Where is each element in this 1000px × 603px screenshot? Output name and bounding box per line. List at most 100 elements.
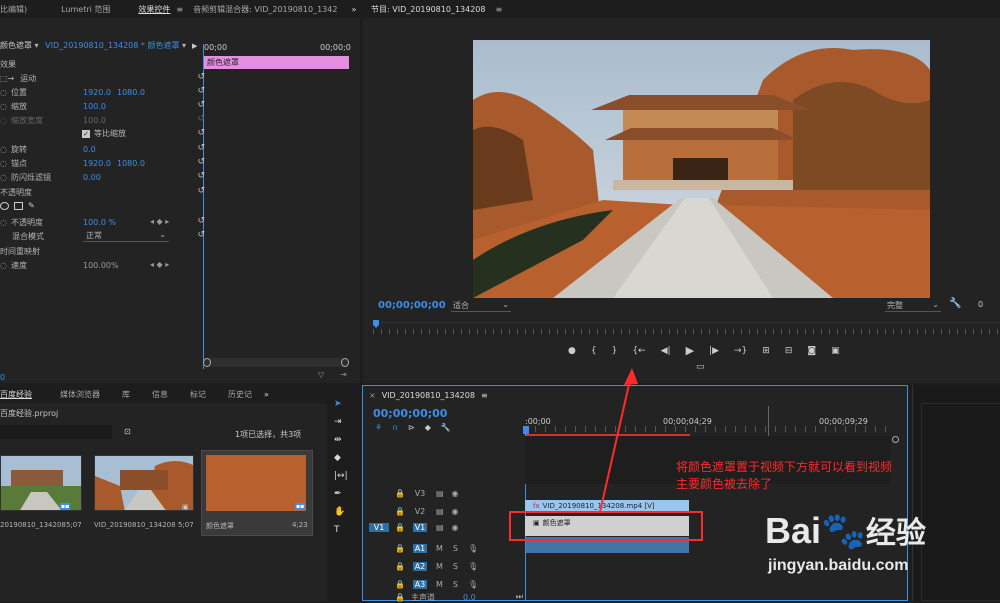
motion-row[interactable]: ⬚→ 运动 [0,71,36,85]
tab-libraries[interactable]: 库 [110,389,140,400]
reset-icon[interactable]: ↺ [197,171,205,181]
checkbox-checked-icon[interactable]: ✓ [82,129,90,138]
lock-icon[interactable]: 🔒 [395,580,405,589]
play-triangle-icon[interactable]: ▶ [192,42,197,50]
more-panels-icon[interactable]: » [262,390,279,399]
clip-label[interactable]: VID_20190810_134208 * 颜色遮罩 [45,41,179,50]
opacity-section-row[interactable]: 不透明度 [0,185,32,199]
sync-lock-icon[interactable]: ▤ [436,523,444,532]
mute-button[interactable]: M [436,562,443,571]
track-select-tool-icon[interactable]: ⇥ [334,417,342,427]
rotation-value[interactable]: 0.0 [83,145,96,154]
keyframe-toggle-icon[interactable]: ◌ [0,218,7,227]
solo-button[interactable]: S [453,562,458,571]
add-marker-icon[interactable]: ◆ [425,423,431,432]
timeline-playhead-head[interactable] [523,426,529,434]
keyframe-nav-icon[interactable]: ◂ ◆ ▸ [150,260,169,269]
type-tool-icon[interactable]: T [334,525,340,535]
program-title[interactable]: 节目: VID_20190810_134208 [363,4,496,15]
timeline-timecode[interactable]: 00;00;00;00 [373,407,447,420]
uniform-scale-checkbox[interactable]: ✓ 等比缩放 [82,128,126,139]
menu-icon[interactable]: ≡ [496,5,513,14]
solo-button[interactable]: S [453,544,458,553]
microphone-icon[interactable]: 🎙 [468,580,478,589]
play-icon[interactable]: ▶ [686,344,694,357]
mark-in-icon[interactable]: { [591,346,597,356]
tab-source[interactable]: 比编辑) [0,4,37,15]
keyframe-toggle-icon[interactable]: ◌ [0,88,7,97]
dropdown-icon[interactable]: ▾ [182,41,186,50]
menu-icon[interactable]: ≡ [475,391,488,400]
track-header-a1[interactable]: 🔒 A1 M S 🎙 [363,539,525,557]
lock-icon[interactable]: 🔒 [395,489,405,498]
tab-project[interactable]: 百度经验 [0,389,42,400]
new-search-bin-icon[interactable]: ⊡ [124,427,131,436]
close-icon[interactable]: × [363,391,382,400]
selection-tool-icon[interactable]: ➤ [334,399,342,409]
solo-button[interactable]: S [453,580,458,589]
source-patch-v1[interactable]: V1 [369,522,389,532]
effect-controls-timecode[interactable]: 0 [0,373,5,382]
reset-icon[interactable]: ↺ [197,143,205,153]
go-to-out-icon[interactable]: →} [734,346,747,356]
tab-effect-controls[interactable]: 效果控件 [120,4,172,15]
lock-icon[interactable]: 🔒 [395,507,405,516]
mute-button[interactable]: M [436,580,443,589]
quality-select[interactable]: 完整 ⌄ [885,300,941,312]
go-to-in-icon[interactable]: {← [632,346,645,356]
ellipse-mask-icon[interactable] [0,201,9,210]
reset-icon[interactable]: ↺ [197,72,205,82]
position-y-value[interactable]: 1080.0 [117,88,145,97]
razor-tool-icon[interactable]: ◆ [334,453,341,463]
time-remap-row[interactable]: 时间重映射 [0,244,40,258]
microphone-icon[interactable]: 🎙 [468,544,478,553]
tab-lumetri-scopes[interactable]: Lumetri 范围 [37,4,120,15]
magnet-icon[interactable]: ∩ [392,423,398,432]
ripple-edit-tool-icon[interactable]: ⇹ [334,435,342,445]
camera-icon[interactable]: ◙ [807,346,816,356]
program-timecode[interactable]: 00;00;00;00 [378,300,446,311]
reset-icon[interactable]: ↺ [197,186,205,196]
mute-button[interactable]: M [436,544,443,553]
tab-markers[interactable]: 标记 [178,389,216,400]
master-track-header[interactable]: 🔒 主声道 0.0 ⏭ [363,591,525,603]
reset-icon[interactable]: ↺ [197,216,205,226]
lock-icon[interactable]: 🔒 [395,562,405,571]
dropdown-icon[interactable]: ▾ [35,41,39,50]
fit-select[interactable]: 适合 ⌄ [451,300,511,312]
eye-icon[interactable]: ◉ [452,523,459,532]
vr-view-icon[interactable]: ▭ [696,362,705,372]
sync-lock-icon[interactable]: ▤ [436,489,444,498]
lock-icon[interactable]: 🔒 [395,593,405,602]
lock-icon[interactable]: 🔒 [395,544,405,553]
step-back-icon[interactable]: ◀| [661,346,671,356]
track-header-v1[interactable]: V1 🔒 V1 ▤ ◉ [363,518,525,536]
keyframe-nav-icon[interactable]: ◂ ◆ ▸ [150,217,169,226]
program-viewer-frame[interactable] [473,40,930,298]
anchor-y-value[interactable]: 1080.0 [117,159,145,168]
opacity-value[interactable]: 100.0 % [83,218,116,227]
wrench-icon[interactable]: 🔧 [949,298,961,309]
linked-selection-icon[interactable]: ⊳ [408,423,415,432]
keyframe-toggle-icon[interactable]: ◌ [0,145,7,154]
extract-icon[interactable]: ⊟ [785,346,793,356]
track-header-a2[interactable]: 🔒 A2 M S 🎙 [363,557,525,575]
mini-zoom-scrollbar[interactable] [203,358,349,367]
track-header-v3[interactable]: 🔒 V3 ▤ ◉ [363,484,525,502]
eye-icon[interactable]: ◉ [452,489,459,498]
eye-icon[interactable]: ◉ [452,507,459,516]
scale-value[interactable]: 100.0 [83,102,106,111]
project-item-thumb[interactable] [94,455,194,511]
export-icon[interactable]: ⇥ [340,370,347,379]
lock-icon[interactable]: 🔒 [395,523,405,532]
menu-icon[interactable]: ≡ [172,5,187,14]
slip-tool-icon[interactable]: |↔| [334,471,348,481]
microphone-icon[interactable]: 🎙 [468,562,478,571]
blend-mode-select[interactable]: 正常 ⌄ [83,230,169,242]
filter-icon[interactable]: ▽ [318,370,324,379]
mini-clip-bar[interactable]: 颜色遮罩 [204,56,349,69]
reset-icon[interactable]: ↺ [197,230,205,240]
reset-icon[interactable]: ↺ [197,128,205,138]
tab-media-browser[interactable]: 媒体浏览器 [42,389,110,400]
keyframe-toggle-icon[interactable]: ◌ [0,173,7,182]
